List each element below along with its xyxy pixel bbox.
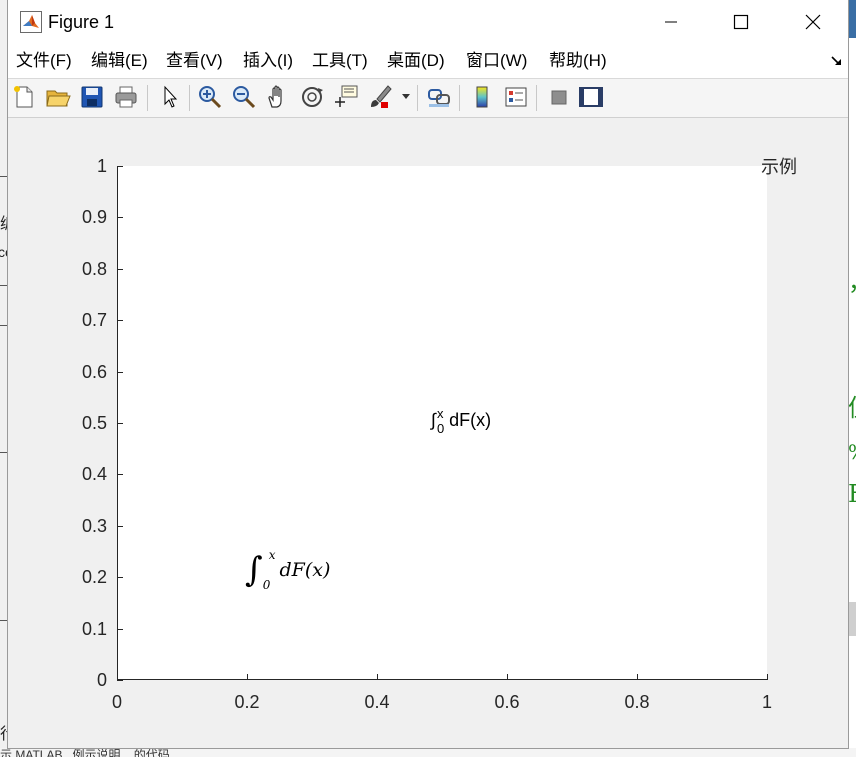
background-code: F: [848, 482, 856, 506]
background-text: 行: [0, 720, 8, 744]
save-icon[interactable]: [78, 83, 106, 111]
y-tick-label: 0.9: [81, 207, 107, 227]
zoom-in-icon[interactable]: [196, 83, 224, 111]
legend-label: 示例: [761, 157, 797, 177]
minimize-icon: [665, 21, 677, 23]
minimize-button[interactable]: [636, 0, 706, 44]
x-tick-label: 0.6: [494, 692, 520, 712]
data-cursor-icon[interactable]: [332, 83, 360, 111]
background-text: ce: [0, 244, 8, 260]
background-code: ，: [848, 270, 856, 294]
integrand: dF(x): [444, 410, 492, 430]
title-bar[interactable]: Figure 1: [8, 0, 848, 44]
legend-icon[interactable]: [502, 83, 530, 111]
background-bottom-strip: 示 MATLAB...例示说明... 的代码: [0, 748, 856, 757]
y-tick-mark: [117, 577, 123, 578]
toolbar-separator: [147, 85, 148, 111]
x-tick-mark: [767, 674, 768, 680]
dock-figure-icon[interactable]: [830, 54, 844, 68]
toolbar-separator: [536, 85, 537, 111]
new-figure-icon[interactable]: [10, 83, 38, 111]
x-tick-mark: [117, 674, 118, 680]
maximize-button[interactable]: [706, 0, 776, 44]
x-tick-label: 0.2: [234, 692, 260, 712]
y-tick-mark: [117, 680, 123, 681]
background-code: 值: [848, 396, 856, 420]
zoom-out-icon[interactable]: [230, 83, 258, 111]
x-tick-mark: [377, 674, 378, 680]
brush-icon[interactable]: [366, 83, 394, 111]
x-tick-label: 0.8: [624, 692, 650, 712]
x-tick-mark: [637, 674, 638, 680]
window-title: Figure 1: [48, 12, 115, 32]
y-tick-mark: [117, 269, 123, 270]
menu-view[interactable]: 查看(V): [166, 51, 223, 71]
edit-plot-arrow-icon[interactable]: [156, 83, 184, 111]
menu-insert[interactable]: 插入(I): [243, 51, 293, 71]
background-right-strip: ， 值 % F: [848, 0, 856, 757]
show-plot-tools-icon[interactable]: [577, 83, 605, 111]
matlab-logo-icon: [20, 11, 42, 33]
pan-hand-icon[interactable]: [264, 83, 292, 111]
menu-window[interactable]: 窗口(W): [466, 51, 527, 71]
y-tick-mark: [117, 166, 123, 167]
y-tick-mark: [117, 474, 123, 475]
toolbar-separator: [189, 85, 190, 111]
y-tick-mark: [117, 217, 123, 218]
open-file-icon[interactable]: [44, 83, 72, 111]
y-tick-label: 0.2: [81, 567, 107, 587]
rotate-3d-icon[interactable]: [298, 83, 326, 111]
tex-annotation: ∫ x 0 dF(x): [431, 407, 492, 435]
close-button[interactable]: [778, 0, 848, 44]
integrand: dF(x): [279, 559, 331, 581]
toolbar-separator: [459, 85, 460, 111]
y-tick-label: 0.4: [81, 464, 107, 484]
integral-sign: ∫: [431, 410, 436, 430]
chevron-down-icon[interactable]: [402, 94, 410, 100]
background-tab: [848, 0, 856, 38]
close-icon: [805, 14, 821, 30]
link-plot-icon[interactable]: [425, 83, 453, 111]
integral-upper: x: [268, 548, 276, 562]
y-tick-label: 0.3: [81, 516, 107, 536]
y-tick-label: 0.8: [81, 259, 107, 279]
latex-annotation: ∫ x 0 dF(x): [245, 549, 330, 591]
y-tick-label: 0.5: [81, 413, 107, 433]
x-tick-label: 0: [111, 692, 122, 712]
menu-help[interactable]: 帮助(H): [549, 51, 607, 71]
y-tick-mark: [117, 372, 123, 373]
y-tick-mark: [117, 423, 123, 424]
background-text: 示 MATLAB...例示说明... 的代码: [0, 748, 170, 757]
y-tick-mark: [117, 526, 123, 527]
hide-plot-tools-icon[interactable]: [545, 83, 573, 111]
y-tick-label: 0.7: [81, 310, 107, 330]
y-tick-mark: [117, 320, 123, 321]
y-tick-mark: [117, 629, 123, 630]
background-left-strip: 编 ce 行: [0, 0, 8, 757]
x-tick-label: 1: [761, 692, 772, 712]
x-tick-mark: [507, 674, 508, 680]
x-tick-label: 0.4: [364, 692, 390, 712]
background-text: 编: [0, 210, 8, 234]
menu-desktop[interactable]: 桌面(D): [387, 51, 445, 71]
integral-lower: 0: [262, 578, 271, 592]
x-axis-line: [117, 679, 767, 680]
x-tick-mark: [247, 674, 248, 680]
y-tick-label: 0: [96, 670, 107, 690]
integral-sign: ∫: [245, 550, 263, 590]
menu-file[interactable]: 文件(F): [16, 51, 72, 71]
y-tick-label: 0.6: [81, 362, 107, 382]
menu-bar: 文件(F) 编辑(E) 查看(V) 插入(I) 工具(T) 桌面(D) 窗口(W…: [8, 44, 848, 79]
background-code: %: [848, 440, 856, 464]
figure-toolbar: [8, 79, 848, 118]
y-tick-label: 1: [96, 156, 107, 176]
toolbar-separator: [417, 85, 418, 111]
menu-edit[interactable]: 编辑(E): [91, 51, 148, 71]
print-icon[interactable]: [112, 83, 140, 111]
colorbar-icon[interactable]: [468, 83, 496, 111]
background-button: [848, 602, 856, 636]
menu-tools[interactable]: 工具(T): [312, 51, 368, 71]
maximize-icon: [733, 14, 749, 30]
y-tick-label: 0.1: [81, 619, 107, 639]
